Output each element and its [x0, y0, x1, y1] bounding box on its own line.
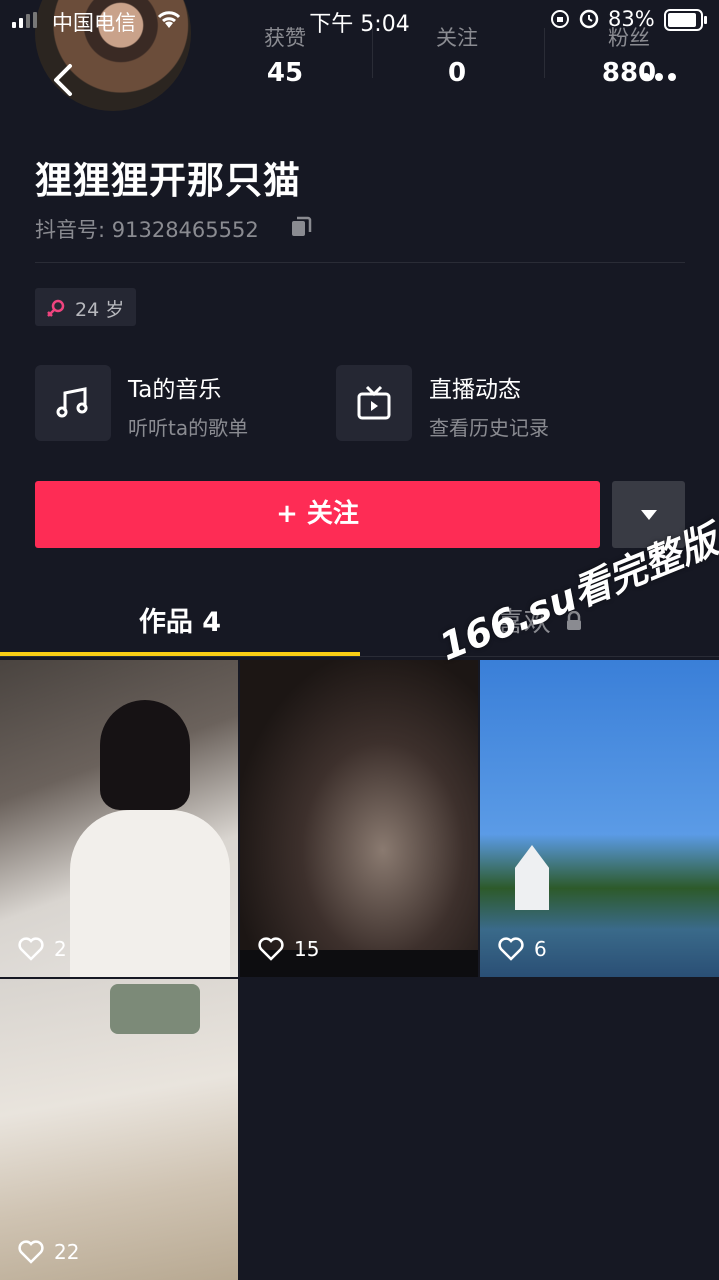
like-count-value: 6	[534, 937, 547, 961]
tv-icon	[357, 385, 391, 420]
battery-icon	[664, 9, 707, 31]
nickname: 狸狸狸开那只猫	[35, 159, 301, 202]
live-subtitle: 查看历史记录	[429, 416, 549, 440]
like-count: 2	[18, 937, 67, 961]
tab-border	[0, 656, 719, 657]
gender-age-tag: 24 岁	[35, 288, 136, 326]
divider	[35, 262, 685, 263]
music-entry[interactable]: Ta的音乐 听听ta的歌单	[35, 365, 325, 441]
music-note-icon	[56, 387, 88, 418]
douyin-id: 抖音号: 91328465552	[35, 218, 259, 242]
video-tile[interactable]: 2	[0, 660, 238, 977]
music-icon-box	[35, 365, 111, 441]
rotation-lock-icon	[551, 10, 569, 28]
like-count: 6	[498, 937, 547, 961]
video-thumbnail	[100, 700, 190, 810]
like-count-value: 2	[54, 937, 67, 961]
heart-icon	[18, 1240, 44, 1264]
follow-button[interactable]: + 关注	[35, 481, 600, 548]
alarm-icon	[579, 9, 599, 29]
status-bar: 中国电信 下午 5:04 83%	[0, 0, 719, 40]
video-tile[interactable]: 15	[240, 660, 478, 977]
more-icon[interactable]	[641, 72, 677, 82]
video-thumbnail	[515, 845, 549, 910]
triangle-down-icon	[641, 510, 657, 520]
tab-works[interactable]: 作品 4	[0, 600, 360, 639]
music-subtitle: 听听ta的歌单	[128, 416, 249, 440]
stat-likes-value: 45	[266, 58, 304, 88]
live-entry[interactable]: 直播动态 查看历史记录	[336, 365, 636, 441]
video-thumbnail	[110, 984, 200, 1034]
video-tile[interactable]: 22	[0, 979, 238, 1280]
live-icon-box	[336, 365, 412, 441]
live-title: 直播动态	[429, 377, 521, 403]
video-tile[interactable]: 6	[480, 660, 719, 977]
music-title: Ta的音乐	[128, 377, 222, 403]
heart-icon	[258, 937, 284, 961]
stat-following-value: 0	[447, 58, 467, 88]
like-count: 15	[258, 937, 319, 961]
battery-percentage: 83%	[608, 7, 655, 31]
age-label: 24 岁	[75, 299, 125, 321]
video-thumbnail	[70, 810, 230, 977]
heart-icon	[498, 937, 524, 961]
like-count: 22	[18, 1240, 79, 1264]
back-icon[interactable]	[48, 60, 78, 100]
like-count-value: 15	[294, 937, 320, 961]
copy-icon[interactable]	[290, 214, 312, 238]
like-count-value: 22	[54, 1240, 80, 1264]
female-icon	[47, 299, 65, 317]
heart-icon	[18, 937, 44, 961]
